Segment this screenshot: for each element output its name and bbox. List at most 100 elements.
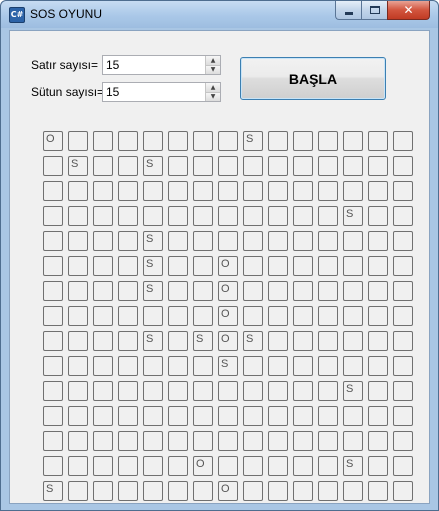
board-cell[interactable] — [293, 156, 313, 176]
board-cell[interactable] — [393, 331, 413, 351]
board-cell[interactable] — [118, 406, 138, 426]
board-cell[interactable] — [218, 156, 238, 176]
board-cell[interactable] — [343, 156, 363, 176]
board-cell[interactable] — [43, 406, 63, 426]
board-cell[interactable] — [243, 156, 263, 176]
board-cell[interactable] — [343, 331, 363, 351]
board-cell[interactable]: S — [343, 206, 363, 226]
board-cell[interactable] — [118, 331, 138, 351]
board-cell[interactable] — [193, 206, 213, 226]
rows-value[interactable]: 15 — [106, 58, 119, 72]
board-cell[interactable] — [243, 281, 263, 301]
board-cell[interactable] — [218, 206, 238, 226]
board-cell[interactable] — [318, 206, 338, 226]
board-cell[interactable] — [93, 431, 113, 451]
board-cell[interactable] — [143, 306, 163, 326]
board-cell[interactable] — [93, 306, 113, 326]
board-cell[interactable] — [318, 381, 338, 401]
board-cell[interactable] — [318, 331, 338, 351]
board-cell[interactable]: O — [193, 456, 213, 476]
board-cell[interactable] — [93, 206, 113, 226]
board-cell[interactable] — [43, 456, 63, 476]
board-cell[interactable] — [93, 381, 113, 401]
board-cell[interactable] — [168, 306, 188, 326]
board-cell[interactable] — [168, 381, 188, 401]
board-cell[interactable] — [293, 181, 313, 201]
board-cell[interactable] — [68, 256, 88, 276]
board-cell[interactable] — [343, 231, 363, 251]
board-cell[interactable] — [293, 231, 313, 251]
board-cell[interactable] — [43, 331, 63, 351]
board-cell[interactable] — [43, 431, 63, 451]
board-cell[interactable] — [193, 156, 213, 176]
board-cell[interactable] — [268, 331, 288, 351]
board-cell[interactable] — [143, 481, 163, 501]
board-cell[interactable]: S — [143, 156, 163, 176]
board-cell[interactable] — [193, 381, 213, 401]
board-cell[interactable] — [318, 456, 338, 476]
board-cell[interactable] — [393, 181, 413, 201]
board-cell[interactable] — [393, 381, 413, 401]
board-cell[interactable] — [218, 231, 238, 251]
board-cell[interactable] — [268, 456, 288, 476]
board-cell[interactable] — [68, 181, 88, 201]
board-cell[interactable] — [393, 456, 413, 476]
board-cell[interactable] — [168, 331, 188, 351]
board-cell[interactable] — [243, 406, 263, 426]
board-cell[interactable] — [93, 406, 113, 426]
board-cell[interactable]: O — [43, 131, 63, 151]
board-cell[interactable] — [118, 131, 138, 151]
board-cell[interactable] — [243, 306, 263, 326]
board-cell[interactable] — [268, 381, 288, 401]
board-cell[interactable] — [368, 156, 388, 176]
board-cell[interactable] — [268, 231, 288, 251]
board-cell[interactable] — [368, 331, 388, 351]
board-cell[interactable]: S — [43, 481, 63, 501]
board-cell[interactable] — [293, 281, 313, 301]
board-cell[interactable] — [293, 456, 313, 476]
board-cell[interactable] — [168, 431, 188, 451]
board-cell[interactable] — [243, 206, 263, 226]
board-cell[interactable] — [293, 206, 313, 226]
board-cell[interactable] — [68, 406, 88, 426]
board-cell[interactable] — [343, 356, 363, 376]
board-cell[interactable] — [93, 456, 113, 476]
board-cell[interactable] — [268, 481, 288, 501]
board-cell[interactable] — [293, 356, 313, 376]
board-cell[interactable] — [243, 256, 263, 276]
board-cell[interactable] — [218, 406, 238, 426]
board-cell[interactable] — [93, 131, 113, 151]
board-cell[interactable] — [118, 231, 138, 251]
board-cell[interactable] — [168, 356, 188, 376]
board-cell[interactable] — [343, 406, 363, 426]
board-cell[interactable] — [393, 306, 413, 326]
board-cell[interactable] — [393, 356, 413, 376]
board-cell[interactable] — [218, 131, 238, 151]
board-cell[interactable] — [268, 406, 288, 426]
board-cell[interactable]: S — [193, 331, 213, 351]
board-cell[interactable] — [293, 306, 313, 326]
minimize-button[interactable] — [335, 1, 361, 20]
board-cell[interactable]: S — [243, 331, 263, 351]
board-cell[interactable] — [268, 356, 288, 376]
board-cell[interactable] — [118, 156, 138, 176]
board-cell[interactable] — [193, 181, 213, 201]
board-cell[interactable] — [243, 456, 263, 476]
board-cell[interactable] — [168, 456, 188, 476]
board-cell[interactable] — [318, 181, 338, 201]
board-cell[interactable] — [118, 306, 138, 326]
cols-up-arrow-icon[interactable]: ▲ — [205, 83, 220, 92]
board-cell[interactable] — [393, 131, 413, 151]
board-cell[interactable] — [243, 356, 263, 376]
board-cell[interactable] — [43, 231, 63, 251]
board-cell[interactable] — [393, 231, 413, 251]
board-cell[interactable] — [368, 406, 388, 426]
board-cell[interactable] — [318, 231, 338, 251]
board-cell[interactable] — [168, 406, 188, 426]
board-cell[interactable] — [168, 131, 188, 151]
board-cell[interactable] — [318, 406, 338, 426]
board-cell[interactable] — [318, 281, 338, 301]
board-cell[interactable] — [93, 231, 113, 251]
rows-down-arrow-icon[interactable]: ▼ — [205, 65, 220, 74]
board-cell[interactable] — [143, 456, 163, 476]
